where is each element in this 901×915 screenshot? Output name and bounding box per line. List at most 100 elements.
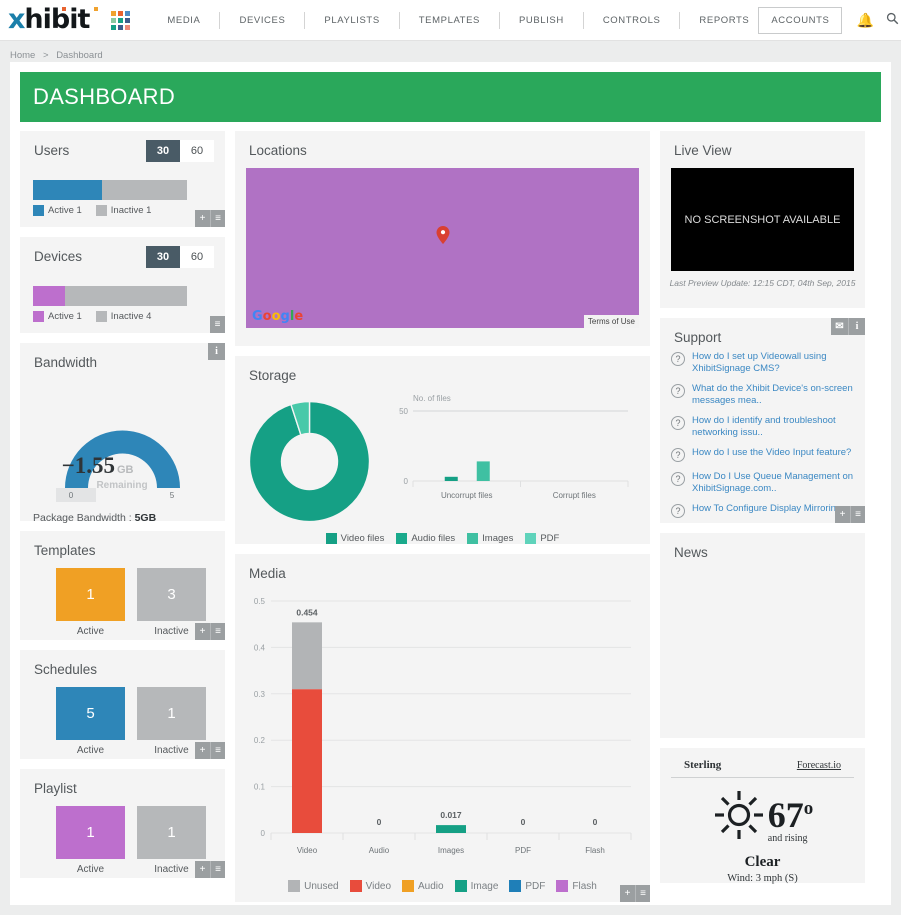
- support-list-item[interactable]: ? How To Configure Display Mirroring: [671, 503, 855, 518]
- liveview-screenshot[interactable]: NO SCREENSHOT AVAILABLE: [671, 168, 854, 271]
- nav-item-templates[interactable]: TEMPLATES: [410, 0, 489, 41]
- support-link[interactable]: How Do I Use Queue Management on XhibitS…: [692, 471, 855, 494]
- legend-label: Audio: [418, 880, 444, 892]
- accounts-button[interactable]: ACCOUNTS: [758, 6, 843, 34]
- users-menu-button[interactable]: ≡: [210, 210, 225, 227]
- users-inactive-label: Inactive 1: [110, 205, 152, 216]
- nav-item-controls[interactable]: CONTROLS: [594, 0, 670, 41]
- devices-value-boxes: 30 60: [146, 246, 214, 268]
- devices-menu-button[interactable]: ≡: [210, 316, 225, 333]
- svg-text:Uncorrupt files: Uncorrupt files: [441, 491, 493, 500]
- breadcrumb-separator: >: [42, 50, 49, 61]
- devices-total-value: 60: [180, 246, 214, 268]
- support-menu-button[interactable]: ≡: [850, 506, 865, 523]
- media-add-button[interactable]: +: [620, 885, 635, 902]
- svg-text:0: 0: [261, 829, 266, 838]
- nav-item-publish[interactable]: PUBLISH: [510, 0, 573, 41]
- legend-swatch: [396, 533, 408, 544]
- search-icon[interactable]: [886, 12, 899, 28]
- info-icon[interactable]: i: [848, 318, 865, 335]
- users-add-button[interactable]: +: [195, 210, 210, 227]
- grid-cell: [118, 17, 124, 23]
- bandwidth-top-buttons: i: [208, 343, 225, 360]
- support-link[interactable]: How To Configure Display Mirroring: [692, 503, 841, 515]
- info-icon[interactable]: i: [208, 343, 225, 360]
- schedules-menu-button[interactable]: ≡: [210, 742, 225, 759]
- apps-grid-icon[interactable]: [111, 10, 131, 30]
- schedules-add-button[interactable]: +: [195, 742, 210, 759]
- templates-menu-button[interactable]: ≡: [210, 623, 225, 640]
- support-list-item[interactable]: ? How do I identify and troubleshoot netw…: [671, 415, 855, 438]
- schedules-widget-buttons: + ≡: [195, 742, 225, 759]
- support-link[interactable]: How do I identify and troubleshoot netwo…: [692, 415, 855, 438]
- support-link[interactable]: What do the Xhibit Device's on-screen me…: [692, 383, 855, 406]
- templates-add-button[interactable]: +: [195, 623, 210, 640]
- question-mark-icon: ?: [671, 416, 685, 430]
- svg-text:Images: Images: [438, 846, 464, 855]
- main-nav: MEDIA DEVICES PLAYLISTS TEMPLATES PUBLISH CON…: [158, 0, 758, 41]
- templates-widget-buttons: + ≡: [195, 623, 225, 640]
- notification-bell-icon[interactable]: 🔔: [856, 12, 873, 29]
- media-legend: Unused Video Audio Image PDF Flash: [235, 870, 650, 906]
- nav-item-playlists[interactable]: PLAYLISTS: [315, 0, 388, 41]
- svg-text:Video: Video: [297, 846, 318, 855]
- media-menu-button[interactable]: ≡: [635, 885, 650, 902]
- locations-map[interactable]: Google Terms of Use: [246, 168, 639, 328]
- breadcrumb-home[interactable]: Home: [10, 50, 35, 61]
- templates-widget: Templates 1 Active 3 Inactive + ≡: [20, 531, 225, 640]
- support-list-item[interactable]: ? How do I set up Videowall using XhibitS…: [671, 351, 855, 374]
- storage-legend-item: PDF: [525, 533, 559, 544]
- nav-item-media[interactable]: MEDIA: [158, 0, 209, 41]
- legend-label: PDF: [540, 533, 560, 544]
- bandwidth-gauge: 0 5 −1.55 GB Remaining: [20, 376, 225, 506]
- breadcrumb-current: Dashboard: [56, 50, 103, 61]
- nav-item-devices[interactable]: DEVICES: [230, 0, 294, 41]
- bandwidth-widget: Bandwidth i 0 5 −1.55 GB Remaining Packa…: [20, 343, 225, 524]
- grid-cell: [118, 24, 124, 30]
- schedules-active-tile[interactable]: 5 Active: [56, 687, 125, 756]
- playlist-add-button[interactable]: +: [195, 861, 210, 878]
- svg-text:0.454: 0.454: [296, 607, 318, 617]
- support-link[interactable]: How do I use the Video Input feature?: [692, 447, 851, 459]
- media-chart: 0 0.1 0.2 0.3 0.4 0.5 Video Audio Images PDF Flash…: [235, 581, 650, 870]
- devices-inactive-label: Inactive 4: [110, 311, 152, 322]
- legend-swatch: [454, 880, 467, 892]
- xhibit-logo[interactable]: xhibit: [8, 4, 98, 35]
- grid-cell: [125, 10, 131, 16]
- weather-temperature: 67: [767, 794, 804, 835]
- playlist-inactive-count: 1: [137, 806, 206, 859]
- support-list-item[interactable]: ? What do the Xhibit Device's on-screen m…: [671, 383, 855, 406]
- svg-text:0: 0: [377, 817, 382, 827]
- support-add-button[interactable]: +: [835, 506, 850, 523]
- legend-label: Video files: [340, 533, 385, 544]
- svg-text:0: 0: [404, 477, 409, 486]
- weather-source-link[interactable]: Forecast.io: [797, 760, 841, 771]
- grid-cell: [111, 10, 117, 16]
- logo-word: hibit: [24, 4, 90, 35]
- legend-swatch: [525, 533, 537, 544]
- grid-cell: [125, 24, 131, 30]
- liveview-last-update: Last Preview Update: 12:15 CDT, 04th Sep…: [669, 278, 856, 288]
- map-terms-link[interactable]: Terms of Use: [583, 315, 639, 328]
- users-widget: Users 30 60 Active 1 Inactive 1 + ≡: [20, 131, 225, 227]
- storage-bar-chart: 0 50 No. of files Uncorrupt files Corrupt fi…: [383, 389, 638, 533]
- templates-active-tile[interactable]: 1 Active: [56, 568, 125, 637]
- map-pin-icon[interactable]: [436, 226, 449, 249]
- package-bandwidth-label: Package Bandwidth :: [33, 512, 135, 524]
- legend-label: Images: [482, 533, 514, 544]
- playlist-title: Playlist: [34, 781, 77, 796]
- support-list-item[interactable]: ? How Do I Use Queue Management on Xhibit…: [671, 471, 855, 494]
- devices-inactive-segment: [65, 286, 187, 306]
- support-link[interactable]: How do I set up Videowall using XhibitSi…: [692, 351, 855, 374]
- weather-condition: Clear: [744, 854, 781, 870]
- nav-divider: [398, 11, 400, 29]
- legend-label: Flash: [572, 880, 597, 892]
- support-list-item[interactable]: ? How do I use the Video Input feature?: [671, 447, 855, 462]
- envelope-icon[interactable]: ✉: [831, 318, 848, 335]
- playlist-active-tile[interactable]: 1 Active: [56, 806, 125, 875]
- templates-active-label: Active: [76, 626, 105, 637]
- nav-item-reports[interactable]: REPORTS: [690, 0, 758, 41]
- legend-label: Video: [365, 880, 392, 892]
- playlist-menu-button[interactable]: ≡: [210, 861, 225, 878]
- top-navigation-bar: xhibit MEDIA DEVICES PLAYLISTS TEMPLATES PUB…: [0, 0, 901, 41]
